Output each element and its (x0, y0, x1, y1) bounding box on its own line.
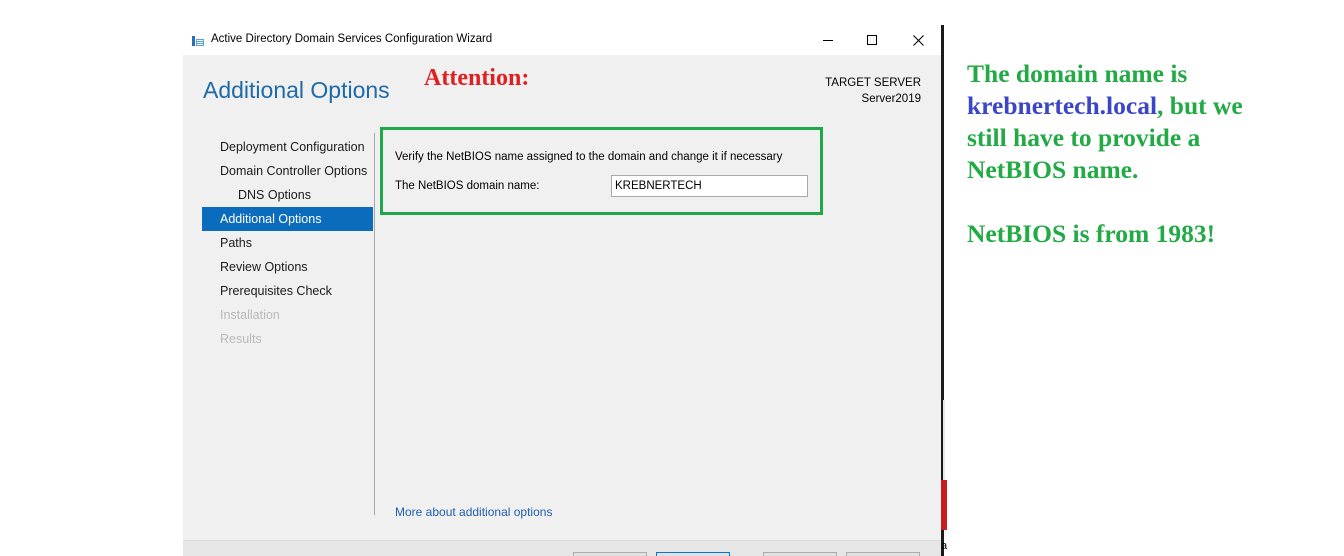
nav-item-dns-options[interactable]: DNS Options (202, 183, 373, 207)
annotation-note: The domain name is krebnertech.local, bu… (967, 58, 1327, 250)
wizard-nav: Deployment Configuration Domain Controll… (202, 135, 373, 351)
minimize-icon (823, 40, 833, 41)
nav-item-review-options[interactable]: Review Options (202, 255, 373, 279)
background-window-scroll-edge (943, 400, 945, 480)
title-bar[interactable]: Active Directory Domain Services Configu… (183, 25, 941, 55)
annotation-line-3: still have to provide a (967, 123, 1201, 152)
window-title: Active Directory Domain Services Configu… (211, 33, 493, 45)
netbios-domain-name-input[interactable] (611, 175, 808, 197)
netbios-highlight-box (380, 127, 823, 215)
ad-ds-app-icon (191, 33, 205, 47)
nav-item-prerequisites-check[interactable]: Prerequisites Check (202, 279, 373, 303)
nav-divider (374, 133, 375, 515)
minimize-button[interactable] (805, 25, 851, 55)
cancel-button[interactable] (846, 552, 920, 556)
target-server-label: TARGET SERVER (825, 77, 921, 89)
nav-item-installation: Installation (220, 308, 280, 322)
install-button[interactable] (763, 552, 837, 556)
nav-item-additional-options[interactable]: Additional Options (202, 207, 373, 231)
verify-netbios-instruction: Verify the NetBIOS name assigned to the … (395, 151, 783, 163)
annotation-line-2: krebnertech.local, but we (967, 91, 1243, 120)
target-server-name: Server2019 (861, 93, 921, 105)
annotation-line-5: NetBIOS is from 1983! (967, 219, 1216, 248)
background-window-text-fragment: a (941, 540, 948, 552)
wizard-window: Active Directory Domain Services Configu… (183, 25, 941, 556)
netbios-domain-name-label: The NetBIOS domain name: (395, 180, 540, 192)
maximize-icon (867, 35, 877, 45)
maximize-button[interactable] (849, 25, 895, 55)
next-button[interactable] (656, 552, 730, 556)
annotation-domain-name: krebnertech.local (967, 91, 1158, 120)
more-about-additional-options-link[interactable]: More about additional options (395, 505, 552, 519)
annotation-line-4: NetBIOS name. (967, 155, 1139, 184)
nav-item-deployment-configuration[interactable]: Deployment Configuration (202, 135, 373, 159)
close-button[interactable] (895, 25, 941, 55)
background-window-red-strip (941, 480, 947, 530)
nav-item-paths[interactable]: Paths (202, 231, 373, 255)
previous-button[interactable] (573, 552, 647, 556)
close-icon (912, 34, 924, 46)
attention-annotation: Attention: (424, 65, 530, 91)
nav-item-domain-controller-options[interactable]: Domain Controller Options (202, 159, 373, 183)
nav-item-results: Results (220, 332, 262, 346)
annotation-line-1: The domain name is (967, 59, 1188, 88)
page-title: Additional Options (203, 77, 390, 103)
wizard-footer (183, 540, 941, 556)
